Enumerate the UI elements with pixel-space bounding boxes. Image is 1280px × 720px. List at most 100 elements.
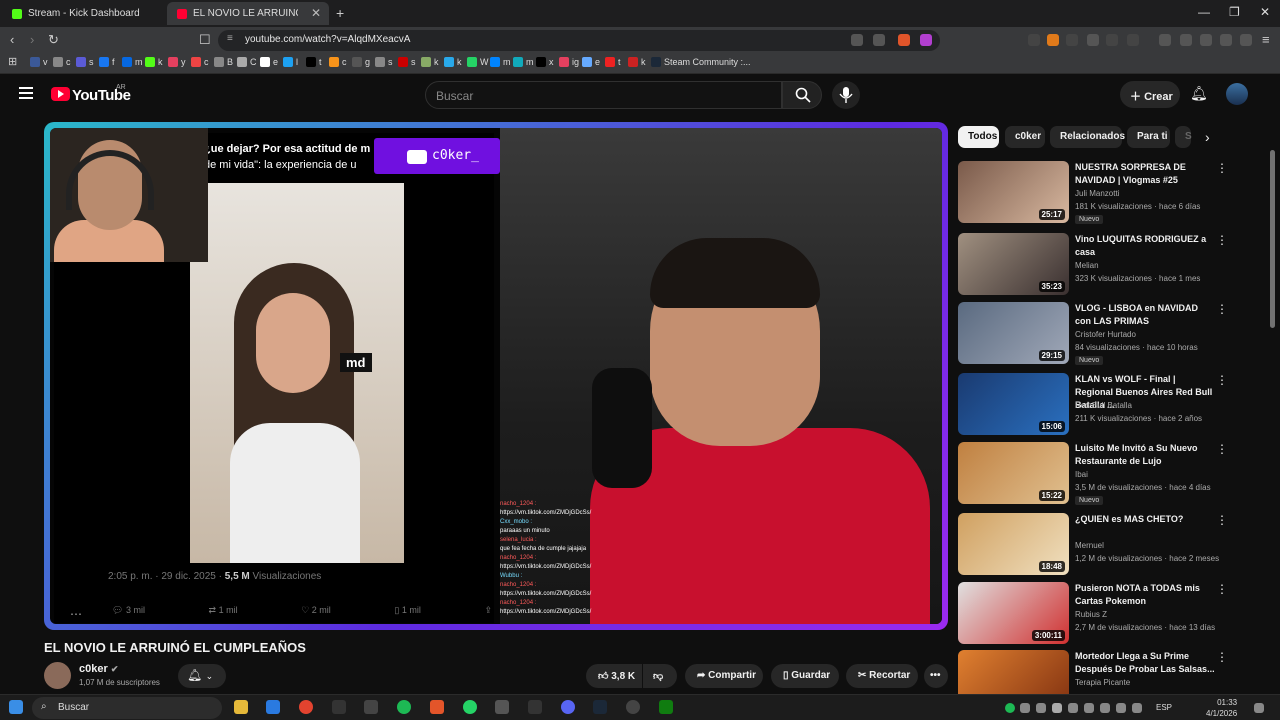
user-avatar[interactable] [1226, 83, 1248, 105]
tab-youtube-video[interactable]: EL NOVIO LE ARRUINÓ EL CU ✕ [167, 2, 329, 25]
channel-name[interactable]: Cristofer Hurtado [1075, 330, 1136, 339]
bookmark-item[interactable]: t [605, 57, 621, 67]
channel-avatar[interactable] [44, 662, 71, 689]
cast-icon[interactable] [851, 34, 863, 46]
xbox-icon[interactable] [659, 700, 673, 714]
more-options-icon[interactable]: ⋮ [1216, 582, 1228, 596]
more-options-icon[interactable]: ⋮ [1216, 302, 1228, 316]
video-title[interactable]: Pusieron NOTA a TODAS mis Cartas Pokemon [1075, 582, 1215, 608]
back-icon[interactable]: ‹ [10, 32, 14, 47]
search-input[interactable]: Buscar [425, 81, 782, 109]
bookmark-item[interactable]: g [352, 57, 370, 67]
video-thumbnail[interactable]: 3:00:11 [958, 582, 1069, 644]
store-icon[interactable] [266, 700, 280, 714]
search-button[interactable] [782, 81, 822, 109]
extension-icon[interactable] [1087, 34, 1099, 46]
create-button[interactable]: ＋ Crear [1120, 81, 1180, 108]
recommended-video[interactable]: 25:17 NUESTRA SORPRESA DE NAVIDAD | Vlogm… [958, 161, 1268, 225]
bookmark-item[interactable]: c [53, 57, 71, 67]
video-thumbnail[interactable]: 15:22 [958, 442, 1069, 504]
more-options-icon[interactable]: ⋮ [1216, 650, 1228, 664]
bookmark-item[interactable]: k [628, 57, 646, 67]
more-options-icon[interactable]: ⋮ [1216, 373, 1228, 387]
tray-icon[interactable] [1084, 703, 1094, 713]
site-settings-icon[interactable]: ≡ [227, 33, 233, 44]
subscription-bell-button[interactable]: 🔔︎ ⌄ [178, 664, 226, 688]
scrollbar[interactable] [1270, 150, 1275, 328]
bookmark-item[interactable]: k [421, 57, 439, 67]
address-bar[interactable]: ≡ youtube.com/watch?v=AlqdMXeacvA [218, 30, 940, 51]
channel-name[interactable]: Ibai [1075, 470, 1088, 479]
notifications-bell-icon[interactable]: 🔔︎ [1190, 85, 1208, 102]
bookmark-item[interactable]: k [145, 57, 163, 67]
video-thumbnail[interactable]: 18:48 [958, 513, 1069, 575]
epic-games-icon[interactable] [332, 700, 346, 714]
recommended-video[interactable]: 18:48 ¿QUIEN es MAS CHETO? Mernuel 1,2 M de… [958, 513, 1268, 577]
brave-rewards-icon[interactable] [920, 34, 932, 46]
tray-icon[interactable] [1005, 703, 1015, 713]
whatsapp-icon[interactable] [463, 700, 477, 714]
bookmark-item[interactable]: e [260, 57, 278, 67]
video-title[interactable]: Vino LUQUITAS RODRIGUEZ a casa [1075, 233, 1215, 259]
reload-icon[interactable]: ↻ [48, 32, 59, 48]
channel-name[interactable]: Mernuel [1075, 541, 1104, 550]
bookmark-item[interactable]: k [444, 57, 462, 67]
tray-icon[interactable] [1116, 703, 1126, 713]
language-indicator[interactable]: ESP [1156, 703, 1172, 712]
bookmark-item[interactable]: x [536, 57, 554, 67]
forward-icon[interactable]: › [30, 32, 34, 47]
extension-icon[interactable] [1047, 34, 1059, 46]
windows-start-icon[interactable] [9, 700, 23, 714]
close-window-button[interactable]: ✕ [1260, 5, 1270, 19]
share-button[interactable]: ➦ Compartir [685, 664, 763, 688]
tray-icon[interactable] [1020, 703, 1030, 713]
video-title[interactable]: VLOG - LISBOA en NAVIDAD con LAS PRIMAS [1075, 302, 1215, 328]
microphone-icon[interactable] [1052, 703, 1062, 713]
extension-icon[interactable] [1028, 34, 1040, 46]
steam-icon[interactable] [593, 700, 607, 714]
hamburger-menu-icon[interactable] [19, 87, 33, 99]
recommended-video[interactable]: 3:00:11 Pusieron NOTA a TODAS mis Cartas … [958, 582, 1268, 646]
tray-icon[interactable] [1036, 703, 1046, 713]
discord-icon[interactable] [561, 700, 575, 714]
network-icon[interactable] [1132, 703, 1142, 713]
bookmark-item[interactable]: B [214, 57, 233, 67]
restore-button[interactable]: ❐ [1229, 5, 1240, 19]
extension-icon[interactable] [1066, 34, 1078, 46]
chevron-right-icon[interactable]: › [1205, 129, 1210, 145]
minimize-button[interactable]: — [1198, 5, 1210, 19]
recommended-video[interactable]: 15:06 KLAN vs WOLF - Final | Regional Bue… [958, 373, 1268, 437]
wallet-icon[interactable] [1200, 34, 1212, 46]
bookmark-item[interactable]: ig [559, 57, 579, 67]
bookmark-item[interactable]: s [76, 57, 94, 67]
bookmark-item[interactable]: Steam Community :... [651, 57, 751, 67]
voice-search-button[interactable] [832, 81, 860, 109]
dislike-button[interactable]: 👎︎ [643, 664, 677, 688]
bookmark-item[interactable]: W [467, 57, 489, 67]
channel-name[interactable]: Melian [1075, 261, 1099, 270]
recommended-video[interactable]: 15:22 Luisito Me Invitó a Su Nuevo Restau… [958, 442, 1268, 506]
taskbar-search[interactable]: ⌕ Buscar [32, 697, 222, 719]
bookmark-item[interactable]: f [99, 57, 115, 67]
tray-icon[interactable] [1100, 703, 1110, 713]
video-thumbnail[interactable]: 25:17 [958, 161, 1069, 223]
shield-icon[interactable] [1240, 34, 1252, 46]
app-icon[interactable] [495, 700, 509, 714]
video-thumbnail[interactable]: 15:06 [958, 373, 1069, 435]
save-button[interactable]: ▯ Guardar [771, 664, 839, 688]
video-title[interactable]: ¿QUIEN es MAS CHETO? [1075, 513, 1215, 526]
more-actions-button[interactable]: ••• [924, 664, 948, 688]
video-thumbnail[interactable]: 29:15 [958, 302, 1069, 364]
bookmark-item[interactable]: v [30, 57, 48, 67]
video-frame[interactable]: ¿ue dejar? Por esa actitud de m de mi vi… [50, 128, 942, 624]
bookmark-item[interactable]: t [306, 57, 322, 67]
channel-name[interactable]: Red Bull Batalla [1075, 401, 1132, 410]
obs-icon[interactable] [626, 700, 640, 714]
spotify-icon[interactable] [397, 700, 411, 714]
video-player[interactable]: ¿ue dejar? Por esa actitud de m de mi vi… [44, 122, 948, 630]
bookmark-item[interactable]: l [283, 57, 298, 67]
recommended-video[interactable]: 29:15 VLOG - LISBOA en NAVIDAD con LAS PR… [958, 302, 1268, 366]
more-options-icon[interactable]: ⋮ [1216, 442, 1228, 456]
notifications-icon[interactable] [1254, 703, 1264, 713]
share-icon[interactable] [873, 34, 885, 46]
